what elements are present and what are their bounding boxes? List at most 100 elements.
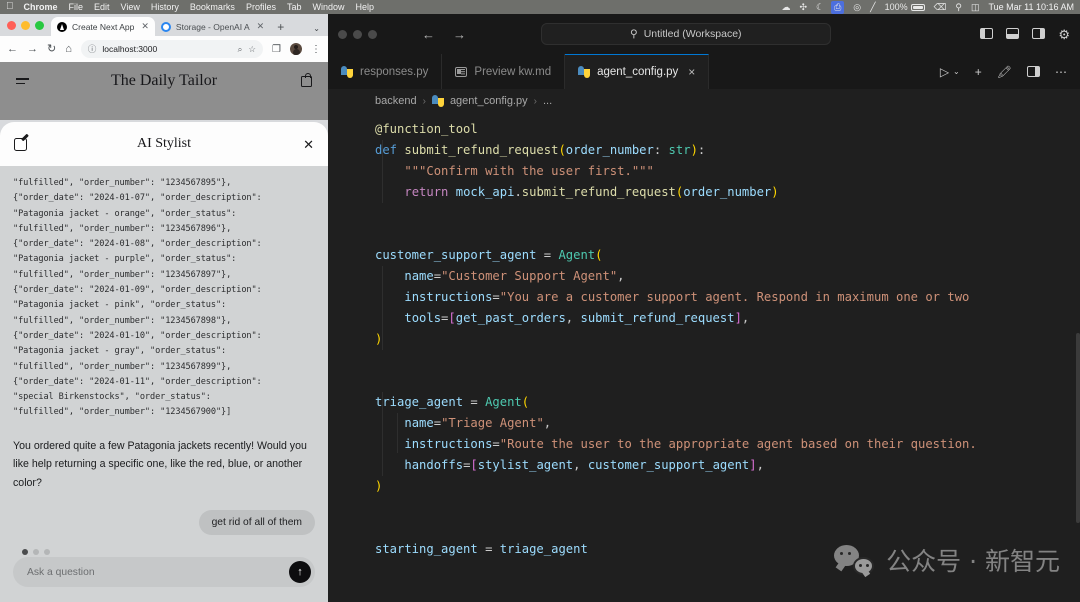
- chat-input-container[interactable]: ↑: [13, 557, 315, 587]
- code-line: def submit_refund_request(order_number: …: [375, 140, 1080, 161]
- menubar-item-edit[interactable]: Edit: [94, 2, 110, 12]
- info-circle-icon[interactable]: ⓘ: [88, 43, 97, 55]
- close-window-button[interactable]: [338, 30, 347, 39]
- vscode-traffic-lights[interactable]: [338, 30, 396, 39]
- menubar-item-bookmarks[interactable]: Bookmarks: [190, 2, 235, 12]
- page-title: The Daily Tailor: [0, 72, 328, 90]
- code-editor[interactable]: @function_tooldef submit_refund_request(…: [328, 113, 1080, 602]
- code-line: name="Customer Support Agent",: [375, 266, 1080, 287]
- carousel-dot-active[interactable]: [22, 549, 28, 555]
- browser-tab-create-next-app[interactable]: Create Next App ✕: [51, 17, 155, 36]
- run-options-chevron-down-icon[interactable]: ⌄: [953, 67, 960, 76]
- compose-icon[interactable]: [14, 138, 27, 151]
- breadcrumb-item-file[interactable]: agent_config.py: [450, 95, 528, 107]
- markdown-preview-icon: [455, 67, 467, 77]
- menubar-item-chrome[interactable]: Chrome: [24, 2, 58, 12]
- vscode-window: ← → ⚲ Untitled (Workspace) ⚙ responses.p…: [328, 14, 1080, 602]
- cloud-icon[interactable]: ☁: [781, 2, 790, 13]
- close-tab-icon[interactable]: ✕: [141, 21, 149, 32]
- carousel-dot[interactable]: [44, 549, 50, 555]
- close-tab-icon[interactable]: ×: [688, 65, 695, 79]
- code-line: [375, 497, 1080, 518]
- editor-tab-preview-kw-md[interactable]: Preview kw.md: [442, 54, 565, 89]
- breadcrumb-item-symbol[interactable]: ...: [543, 95, 552, 107]
- chat-input[interactable]: [27, 567, 289, 578]
- minimize-window-button[interactable]: [21, 21, 30, 30]
- minimize-window-button[interactable]: [353, 30, 362, 39]
- code-content[interactable]: @function_tooldef submit_refund_request(…: [328, 113, 1080, 560]
- menubar-clock[interactable]: Tue Mar 11 10:16 AM: [988, 2, 1074, 12]
- profile-avatar[interactable]: [290, 43, 302, 55]
- close-window-button[interactable]: [7, 21, 16, 30]
- toggle-secondary-sidebar-icon[interactable]: [1032, 28, 1045, 39]
- menubar-item-window[interactable]: Window: [312, 2, 344, 12]
- shopping-bag-icon[interactable]: [301, 76, 312, 87]
- python-file-icon: [578, 66, 590, 78]
- split-editor-icon[interactable]: [1027, 66, 1040, 77]
- menubar-item-file[interactable]: File: [69, 2, 84, 12]
- chevron-down-icon[interactable]: ⌄: [313, 24, 320, 33]
- toggle-primary-sidebar-icon[interactable]: [980, 28, 993, 39]
- storage-icon[interactable]: ◫: [971, 2, 980, 13]
- run-play-icon[interactable]: ▷: [940, 65, 949, 79]
- editor-tab-responses-py[interactable]: responses.py: [328, 54, 442, 89]
- menubar-item-view[interactable]: View: [121, 2, 140, 12]
- code-line: customer_support_agent = Agent(: [375, 245, 1080, 266]
- command-search-bar[interactable]: ⚲ Untitled (Workspace): [541, 23, 831, 45]
- navigate-back-icon[interactable]: ←: [422, 27, 435, 42]
- navigate-forward-icon[interactable]: →: [453, 27, 466, 42]
- nextjs-favicon: [57, 22, 67, 32]
- kebab-menu-icon[interactable]: ⋮: [311, 44, 321, 55]
- toggle-panel-icon[interactable]: [1006, 28, 1019, 39]
- browser-tab-storage-openai[interactable]: Storage - OpenAI A ✕: [155, 17, 270, 36]
- extensions-icon[interactable]: ❐: [272, 44, 281, 55]
- menubar-item-profiles[interactable]: Profiles: [246, 2, 276, 12]
- apple-menu-icon[interactable]: : [6, 2, 14, 12]
- address-bar[interactable]: ⓘ localhost:3000 ⌕ ☆: [81, 40, 263, 58]
- maximize-window-button[interactable]: [35, 21, 44, 30]
- carousel-dot[interactable]: [33, 549, 39, 555]
- menubar-item-history[interactable]: History: [151, 2, 179, 12]
- maximize-window-button[interactable]: [368, 30, 377, 39]
- send-button[interactable]: ↑: [289, 561, 311, 583]
- bluetooth-icon[interactable]: ✣: [799, 2, 807, 13]
- spotlight-search-icon[interactable]: ⚲: [955, 2, 962, 13]
- split-add-icon[interactable]: +: [975, 65, 982, 79]
- back-icon[interactable]: ←: [7, 44, 18, 55]
- slash-icon[interactable]: ╱: [870, 2, 875, 13]
- ai-stylist-panel: AI Stylist ✕ "fulfilled", "order_number"…: [0, 122, 328, 602]
- assistant-message: You ordered quite a few Patagonia jacket…: [13, 437, 315, 493]
- zoom-icon[interactable]: ⌕: [238, 44, 243, 55]
- reload-icon[interactable]: ↻: [47, 44, 56, 55]
- hamburger-menu-icon[interactable]: [16, 78, 29, 84]
- breadcrumb: backend › agent_config.py › ...: [328, 89, 1080, 113]
- editor-tab-agent-config-py[interactable]: agent_config.py ×: [565, 54, 709, 89]
- moon-icon[interactable]: ☾: [816, 2, 824, 13]
- search-icon: ⚲: [630, 28, 638, 40]
- home-icon[interactable]: ⌂: [65, 44, 72, 55]
- suggestion-row: get rid of all of them: [13, 510, 315, 535]
- screen-mirror-icon[interactable]: ⎙: [831, 1, 844, 14]
- wechat-icon: [834, 545, 874, 575]
- control-center-icon[interactable]: ◎: [853, 2, 861, 13]
- close-icon[interactable]: ✕: [303, 138, 314, 151]
- indent-guide: [382, 392, 383, 476]
- watermark-text: 公众号 · 新智元: [886, 542, 1060, 578]
- carousel-dots[interactable]: [13, 535, 315, 555]
- chrome-toolbar: ← → ↻ ⌂ ⓘ localhost:3000 ⌕ ☆ ❐ ⋮: [0, 36, 328, 62]
- breadcrumb-item-backend[interactable]: backend: [375, 95, 417, 107]
- close-tab-icon[interactable]: ✕: [257, 21, 265, 32]
- highlighter-pencil-icon[interactable]: 🖍: [997, 65, 1012, 79]
- menubar-item-help[interactable]: Help: [355, 2, 374, 12]
- gear-icon[interactable]: ⚙: [1058, 28, 1070, 41]
- more-actions-icon[interactable]: ⋯: [1055, 65, 1067, 79]
- wifi-icon[interactable]: ⌫: [934, 2, 947, 13]
- address-bar-url: localhost:3000: [102, 44, 231, 54]
- window-traffic-lights[interactable]: [6, 14, 51, 36]
- suggestion-chip[interactable]: get rid of all of them: [199, 510, 315, 535]
- new-tab-button[interactable]: +: [277, 20, 284, 34]
- editor-scrollbar-thumb[interactable]: [1076, 333, 1080, 523]
- forward-icon[interactable]: →: [27, 44, 38, 55]
- menubar-item-tab[interactable]: Tab: [287, 2, 302, 12]
- star-icon[interactable]: ☆: [248, 44, 256, 55]
